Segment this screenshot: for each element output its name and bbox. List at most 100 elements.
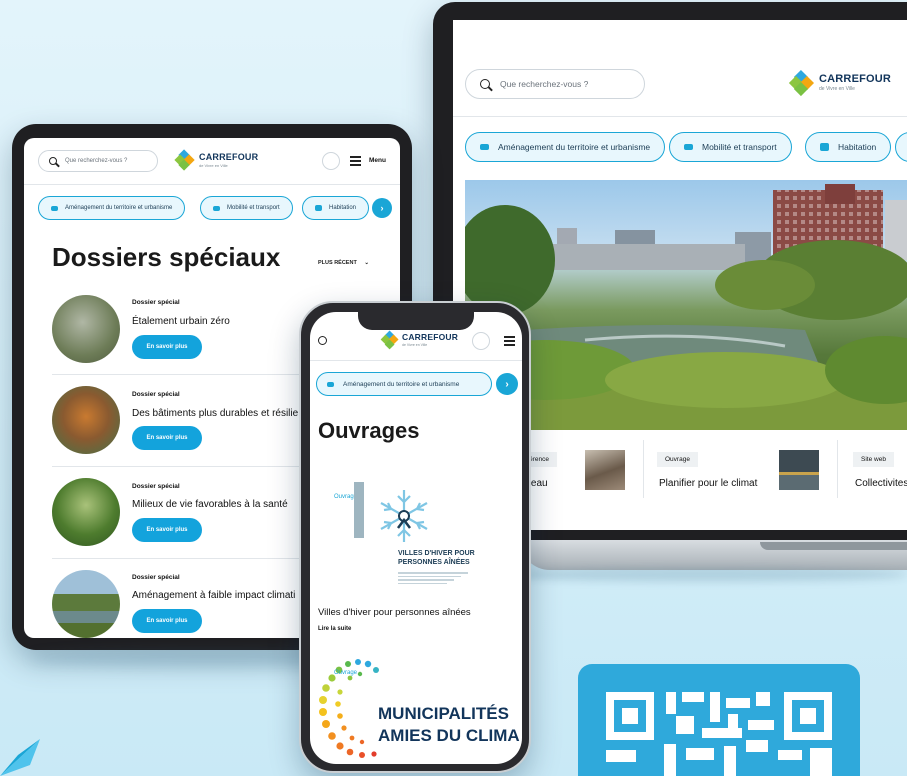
card-tag: Site web [853,452,894,467]
brand-name: CARREFOUR [819,73,892,85]
chip-habitation[interactable]: Habitation [302,196,370,220]
map-icon [327,381,334,387]
house-icon [820,143,829,151]
hamburger-menu-icon[interactable] [350,156,361,166]
book-cover-title-2: AMIES DU CLIMA [378,726,520,745]
card-site-web[interactable]: Site web Collectivites [847,448,907,508]
chip-habitation[interactable]: Habitation [805,132,892,162]
bookmark-icon-button[interactable] [472,332,490,350]
card-separator [643,440,644,498]
search-icon[interactable] [318,336,327,345]
brand-tagline: de Vivre en Ville [199,162,228,168]
bus-icon [213,205,220,211]
item-image [52,386,120,454]
phone-screen: CARREFOUR de Vivre en Ville Aménagement … [310,312,522,764]
item-kicker: Dossier spécial [132,299,180,306]
search-placeholder: Que recherchez-vous ? [65,158,128,164]
item-title: Des bâtiments plus durables et résilie [132,408,299,419]
search-input[interactable]: Que recherchez-vous ? [38,150,158,172]
phone-notch [358,312,474,330]
sort-label: PLUS RÉCENT [318,260,357,266]
search-icon [480,79,490,89]
chip-more[interactable] [895,132,907,162]
decorative-arrow [0,735,42,776]
chip-label: Aménagement du territoire et urbanisme [498,142,651,152]
map-icon [51,205,58,211]
bookmark-icon-button[interactable] [322,152,340,170]
header-divider [310,360,522,361]
en-savoir-plus-button[interactable]: En savoir plus [132,335,202,359]
search-input[interactable]: Que recherchez-vous ? [465,69,645,99]
book-cover-title-2: PERSONNES AÎNÉES [398,559,470,566]
card-ouvrage[interactable]: Ouvrage Planifier pour le climat [653,448,823,508]
book-spine [354,482,364,538]
chevron-down-icon: ⌄ [364,260,369,266]
chips-next-arrow-icon[interactable]: › [496,373,518,395]
book-cover-title-1: MUNICIPALITÉS [378,704,509,723]
laptop-shadow [500,568,907,582]
item-title: Étalement urbain zéro [132,316,230,327]
card-title: Collectivites [855,478,907,489]
chip-amenagement[interactable]: Aménagement du territoire et urbanisme [316,372,492,396]
card-title: Planifier pour le climat [659,478,758,489]
brand-logo[interactable]: CARREFOUR de Vivre en Ville [174,149,259,171]
card-thumbnail [585,450,625,490]
book-cover-villes-hiver[interactable]: Ouvrage VILLES D'HIVER POUR PERSONNES AÎ… [330,472,480,602]
header-divider [453,116,907,117]
qr-code-card[interactable] [578,664,860,776]
logo-mark-icon [380,330,399,350]
brand-name: CARREFOUR [199,151,259,162]
menu-label[interactable]: Menu [369,157,386,164]
en-savoir-plus-button[interactable]: En savoir plus [132,609,202,633]
en-savoir-plus-button[interactable]: En savoir plus [132,518,202,542]
brand-tagline: de Vivre en Ville [819,86,855,92]
card-separator [837,440,838,498]
card-thumbnail [779,450,819,490]
book-cover-fineprint [398,572,468,584]
item-image [52,478,120,546]
book-cover-title-1: VILLES D'HIVER POUR [398,550,475,557]
header-divider [24,184,400,185]
chip-mobilite[interactable]: Mobilité et transport [200,196,293,220]
sort-dropdown[interactable]: PLUS RÉCENT ⌄ [318,260,369,266]
page-title: Dossiers spéciaux [52,242,281,272]
laptop-base [520,540,907,570]
card-tag: Ouvrage [657,452,698,467]
book-cover-municipalites[interactable]: Ouvrage MUNICIPALITÉS AMIES DU CLIMA [314,652,522,764]
book-title[interactable]: Villes d'hiver pour personnes aînées [318,607,471,618]
item-kicker: Dossier spécial [132,391,180,398]
item-kicker: Dossier spécial [132,483,180,490]
item-kicker: Dossier spécial [132,574,180,581]
chip-amenagement[interactable]: Aménagement du territoire et urbanisme [38,196,186,220]
house-icon [315,205,322,211]
item-title: Milieux de vie favorables à la santé [132,499,288,510]
logo-mark-icon [788,69,814,96]
read-more-link[interactable]: Lire la suite [318,626,351,632]
item-title: Aménagement à faible impact climati [132,590,296,601]
brand-logo[interactable]: CARREFOUR de Vivre en Ville [788,69,892,96]
chips-next-arrow-icon[interactable]: › [372,198,392,218]
en-savoir-plus-button[interactable]: En savoir plus [132,426,202,450]
page-title: Ouvrages [318,418,420,443]
logo-mark-icon [174,149,195,171]
chip-label: Habitation [329,205,357,211]
bus-icon [684,144,693,150]
chip-label: Aménagement du territoire et urbanisme [65,205,173,211]
chip-label: Mobilité et transport [702,142,777,152]
book-tag: Ouvrage [334,670,358,676]
chip-mobilite[interactable]: Mobilité et transport [669,132,792,162]
brand-logo[interactable]: CARREFOUR de Vivre en Ville [380,330,459,350]
item-image [52,570,120,638]
hero-photo [465,180,907,430]
qr-code-icon [606,692,832,776]
chip-label: Mobilité et transport [227,205,280,211]
map-icon [480,144,489,150]
chip-label: Aménagement du territoire et urbanisme [343,380,460,388]
snowflake-icon [376,488,432,544]
chip-label: Habitation [838,142,877,152]
chip-amenagement[interactable]: Aménagement du territoire et urbanisme [465,132,666,162]
item-image [52,295,120,363]
brand-name: CARREFOUR [402,332,459,342]
brand-tagline: de Vivre en Ville [402,342,428,347]
hamburger-menu-icon[interactable] [504,336,515,346]
